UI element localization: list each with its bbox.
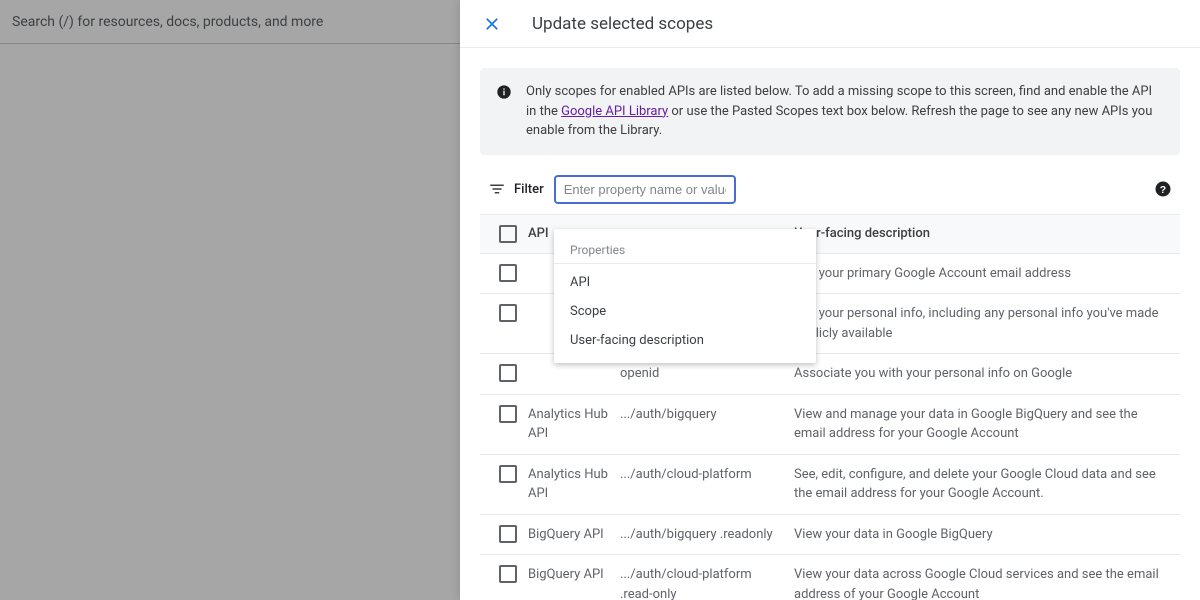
cell-description: View and manage your data in Google BigQ… <box>794 405 1172 444</box>
filter-icon <box>488 180 506 198</box>
cell-api: BigQuery API <box>528 565 620 585</box>
close-icon <box>483 15 501 33</box>
filter-properties-dropdown: Properties API Scope User-facing descrip… <box>554 229 816 363</box>
dropdown-item-scope[interactable]: Scope <box>554 297 816 326</box>
row-checkbox[interactable] <box>499 565 517 583</box>
help-icon[interactable]: ? <box>1154 180 1172 198</box>
row-checkbox[interactable] <box>499 264 517 282</box>
info-text: Only scopes for enabled APIs are listed … <box>526 82 1164 141</box>
api-library-link[interactable]: Google API Library <box>561 104 668 119</box>
row-checkbox[interactable] <box>499 364 517 382</box>
table-row: BigQuery API.../auth/cloud-platform .rea… <box>480 555 1180 600</box>
info-icon <box>496 84 512 100</box>
dropdown-header: Properties <box>554 237 816 264</box>
cell-scope: .../auth/bigquery .readonly <box>620 525 794 545</box>
close-button[interactable] <box>476 8 508 40</box>
table-row: Analytics Hub API.../auth/cloud-platform… <box>480 455 1180 515</box>
row-checkbox[interactable] <box>499 304 517 322</box>
select-all-checkbox[interactable] <box>499 225 517 243</box>
dropdown-item-description[interactable]: User-facing description <box>554 326 816 355</box>
cell-description: Associate you with your personal info on… <box>794 364 1172 384</box>
panel-header: Update selected scopes <box>460 0 1200 48</box>
filter-row: Filter ? Properties API Scope User-facin… <box>480 175 1180 214</box>
cell-api: Analytics Hub API <box>528 405 620 444</box>
update-scopes-panel: Update selected scopes Only scopes for e… <box>460 0 1200 600</box>
info-banner: Only scopes for enabled APIs are listed … <box>480 68 1180 155</box>
filter-input[interactable] <box>554 175 736 204</box>
row-checkbox[interactable] <box>499 525 517 543</box>
cell-description: See your primary Google Account email ad… <box>794 264 1172 284</box>
cell-description: See your personal info, including any pe… <box>794 304 1172 343</box>
cell-description: See, edit, configure, and delete your Go… <box>794 465 1172 504</box>
row-checkbox[interactable] <box>499 465 517 483</box>
dropdown-item-api[interactable]: API <box>554 268 816 297</box>
table-row: BigQuery API.../auth/bigquery .readonlyV… <box>480 515 1180 556</box>
cell-description: View your data across Google Cloud servi… <box>794 565 1172 600</box>
cell-description: View your data in Google BigQuery <box>794 525 1172 545</box>
cell-scope: .../auth/cloud-platform <box>620 465 794 485</box>
cell-scope: .../auth/bigquery <box>620 405 794 425</box>
cell-api: Analytics Hub API <box>528 465 620 504</box>
cell-api: BigQuery API <box>528 525 620 545</box>
row-checkbox[interactable] <box>499 405 517 423</box>
panel-body: Only scopes for enabled APIs are listed … <box>460 48 1200 600</box>
header-description[interactable]: User-facing description <box>794 226 1172 241</box>
svg-text:?: ? <box>1160 184 1166 196</box>
cell-scope: openid <box>620 364 794 384</box>
cell-scope: .../auth/cloud-platform .read-only <box>620 565 794 600</box>
panel-title: Update selected scopes <box>532 14 713 34</box>
table-row: Analytics Hub API.../auth/bigqueryView a… <box>480 395 1180 455</box>
filter-label: Filter <box>514 182 544 197</box>
